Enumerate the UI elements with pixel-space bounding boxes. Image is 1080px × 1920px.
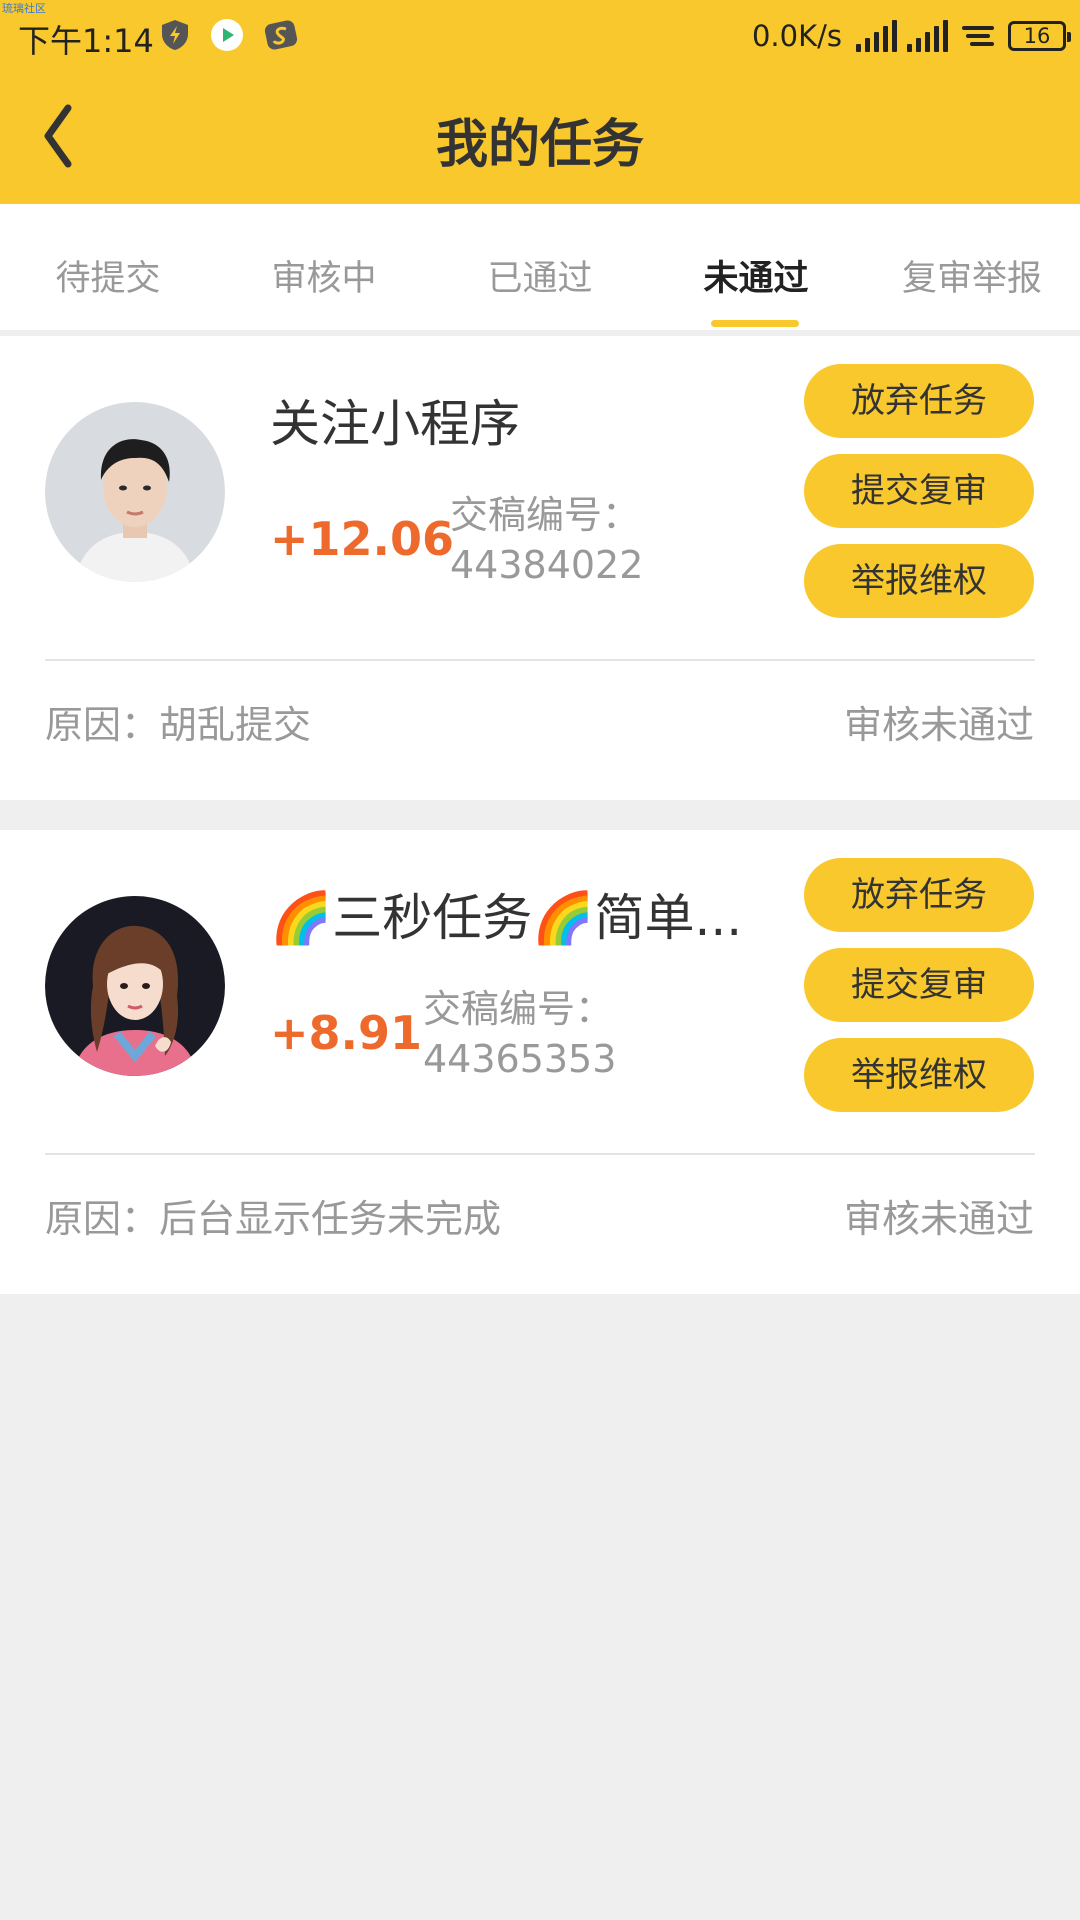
report-button[interactable]: 举报维权 (804, 544, 1034, 618)
submit-re-review-button[interactable]: 提交复审 (804, 948, 1034, 1022)
wifi-icon (962, 26, 994, 46)
status-right-group: 0.0K/s 16 (751, 14, 1071, 58)
report-button[interactable]: 举报维权 (804, 1038, 1034, 1112)
submission-id: 44365353 (423, 1037, 617, 1081)
abandon-task-button[interactable]: 放弃任务 (804, 364, 1034, 438)
soul-app-icon (264, 20, 298, 50)
network-speed: 0.0K/s (751, 19, 842, 53)
submit-re-review-button[interactable]: 提交复审 (804, 454, 1034, 528)
review-status: 审核未通过 (843, 1197, 1034, 1241)
tab-reviewing[interactable]: 审核中 (216, 250, 432, 301)
tab-pending-submit[interactable]: 待提交 (0, 250, 216, 301)
shield-icon (162, 20, 188, 50)
submission-label: 交稿编号： (423, 987, 614, 1031)
page-title: 我的任务 (435, 115, 644, 175)
divider (45, 659, 1035, 661)
status-bar: 下午1:14 0.0K/s 16 (0, 0, 1080, 72)
task-reward: +12.06 (270, 512, 455, 566)
task-title: 关注小程序 (270, 395, 520, 453)
app-header: 琉璃社区 下午1:14 0.0K/s 16 我的任务 (0, 0, 1080, 204)
abandon-task-button[interactable]: 放弃任务 (804, 858, 1034, 932)
task-reward: +8.91 (270, 1006, 423, 1060)
avatar (45, 896, 225, 1076)
task-title: 🌈三秒任务🌈简单... (270, 889, 740, 947)
review-status: 审核未通过 (843, 703, 1034, 747)
tab-re-review-report[interactable]: 复审举报 (864, 250, 1080, 301)
avatar (45, 402, 225, 582)
battery-icon: 16 (1008, 21, 1071, 51)
tab-rejected[interactable]: 未通过 (648, 250, 864, 301)
signal-icon-2 (907, 20, 948, 52)
signal-icon (856, 20, 897, 52)
submission-label: 交稿编号： (450, 493, 641, 537)
reject-reason: 原因：后台显示任务未完成 (45, 1197, 502, 1241)
task-card[interactable]: 关注小程序 +12.06 交稿编号： 44384022 放弃任务 提交复审 举报… (0, 336, 1080, 800)
divider (45, 1153, 1035, 1155)
task-card[interactable]: 🌈三秒任务🌈简单... +8.91 交稿编号： 44365353 放弃任务 提交… (0, 830, 1080, 1294)
reject-reason: 原因：胡乱提交 (45, 703, 312, 747)
play-app-icon (211, 19, 243, 51)
tab-active-indicator (711, 320, 799, 327)
submission-id: 44384022 (450, 543, 644, 587)
status-time: 下午1:14 (18, 22, 154, 60)
tab-bar: 待提交 审核中 已通过 未通过 复审举报 (0, 204, 1080, 330)
tab-approved[interactable]: 已通过 (432, 250, 648, 301)
